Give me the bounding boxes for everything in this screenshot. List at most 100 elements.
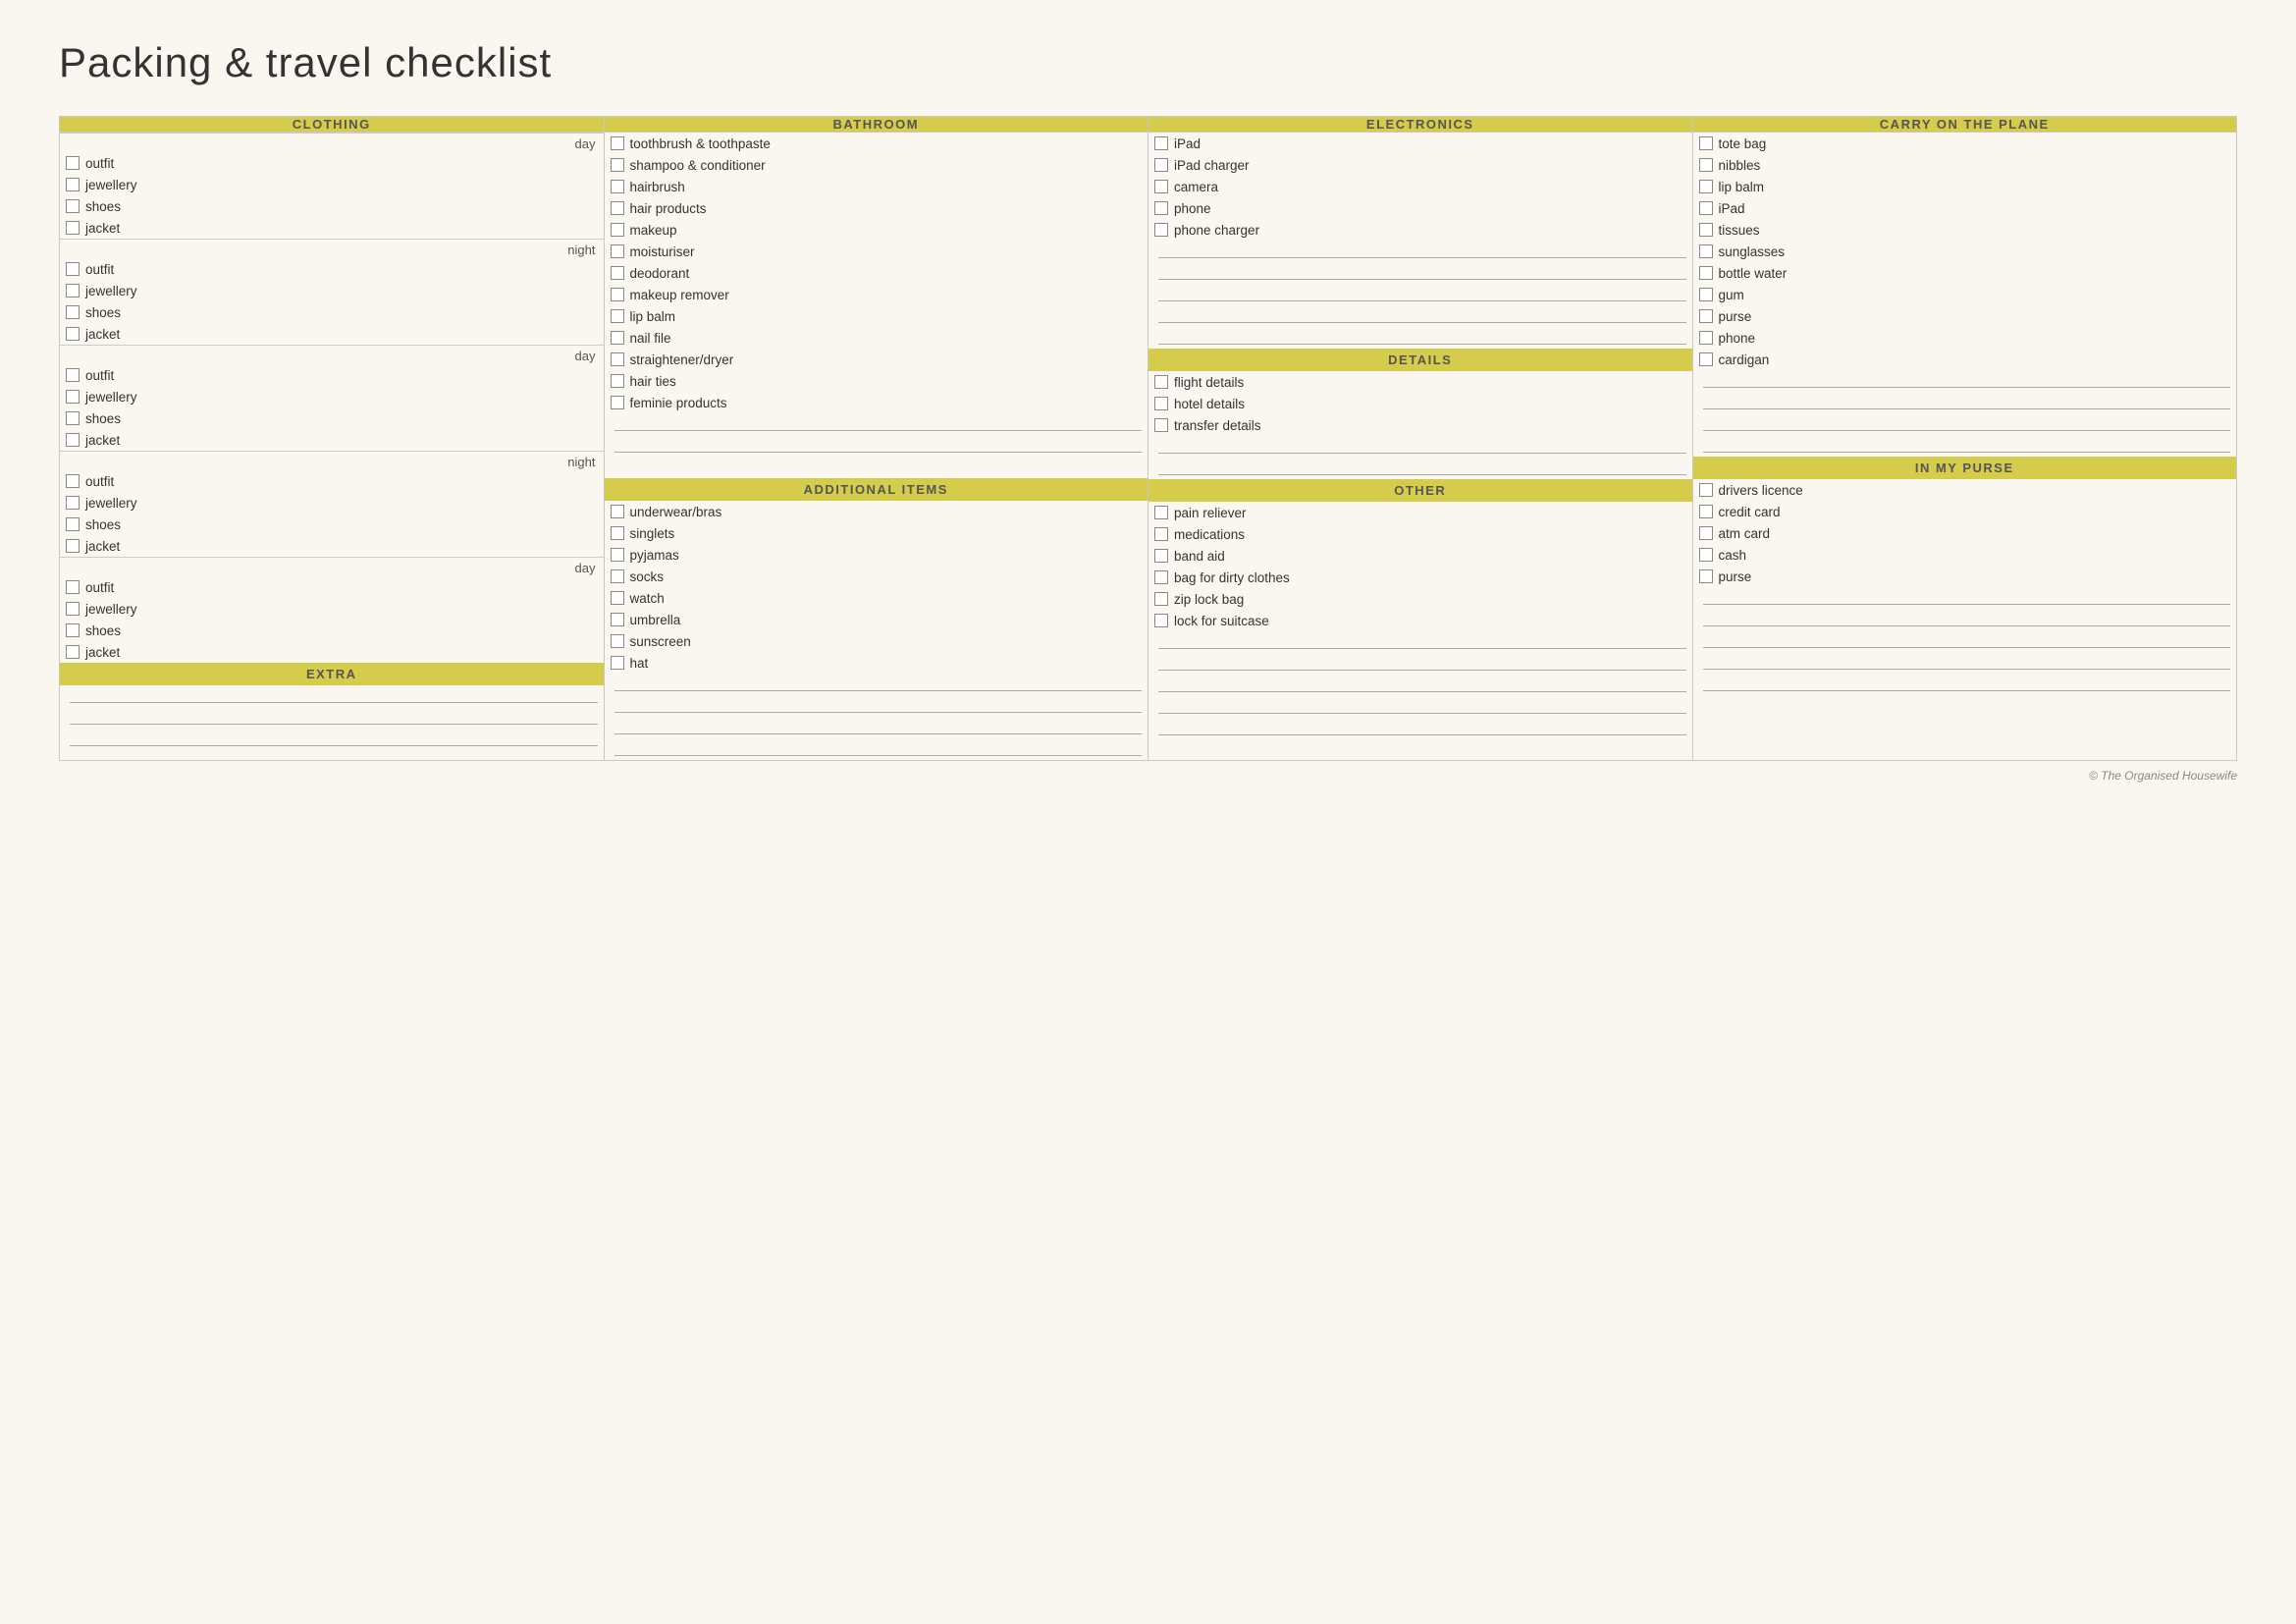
carry-on-column: tote bag nibbles lip balm iPad tissues s… (1692, 133, 2237, 761)
checkbox[interactable] (1154, 397, 1168, 410)
checkbox[interactable] (1154, 506, 1168, 519)
checkbox[interactable] (66, 602, 80, 616)
checkbox[interactable] (1154, 570, 1168, 584)
clothing-column: day outfit jewellery shoes jacket night … (60, 133, 605, 761)
checkbox[interactable] (1699, 288, 1713, 301)
list-item: iPad (1693, 197, 2237, 219)
details-header: DETAILS (1148, 349, 1692, 371)
list-item: atm card (1693, 522, 2237, 544)
blank-row (1693, 392, 2237, 413)
checkbox[interactable] (611, 352, 624, 366)
checkbox[interactable] (66, 390, 80, 404)
checkbox[interactable] (1154, 527, 1168, 541)
checkbox[interactable] (66, 623, 80, 637)
list-item: drivers licence (1693, 479, 2237, 501)
checkbox[interactable] (1154, 180, 1168, 193)
checkbox[interactable] (1154, 549, 1168, 563)
checkbox[interactable] (1699, 526, 1713, 540)
checkbox[interactable] (66, 411, 80, 425)
checkbox[interactable] (611, 613, 624, 626)
blank-row (1693, 652, 2237, 674)
checkbox[interactable] (1699, 331, 1713, 345)
checkbox[interactable] (66, 199, 80, 213)
checkbox[interactable] (66, 474, 80, 488)
blank-row (1148, 653, 1692, 675)
blank-row (1148, 696, 1692, 718)
list-item: gum (1693, 284, 2237, 305)
list-item: makeup (605, 219, 1148, 241)
checkbox[interactable] (1154, 592, 1168, 606)
checkbox[interactable] (66, 433, 80, 447)
checkbox[interactable] (611, 136, 624, 150)
checkbox[interactable] (66, 517, 80, 531)
checkbox[interactable] (1699, 309, 1713, 323)
checkbox[interactable] (66, 262, 80, 276)
blank-row (1148, 675, 1692, 696)
checkbox[interactable] (1699, 505, 1713, 518)
checkbox[interactable] (1699, 180, 1713, 193)
checkbox[interactable] (1699, 548, 1713, 562)
checkbox[interactable] (611, 288, 624, 301)
list-item: makeup remover (605, 284, 1148, 305)
checkbox[interactable] (66, 496, 80, 510)
checkbox[interactable] (1699, 223, 1713, 237)
list-item: lock for suitcase (1148, 610, 1692, 631)
list-item: shoes (60, 620, 604, 641)
checkbox[interactable] (611, 266, 624, 280)
list-item: shampoo & conditioner (605, 154, 1148, 176)
checkbox[interactable] (1154, 223, 1168, 237)
blank-row (605, 413, 1148, 435)
checkbox[interactable] (611, 548, 624, 562)
checkbox[interactable] (1699, 201, 1713, 215)
list-item: bottle water (1693, 262, 2237, 284)
checkbox[interactable] (66, 156, 80, 170)
checkbox[interactable] (1154, 158, 1168, 172)
checkbox[interactable] (611, 656, 624, 670)
checkbox[interactable] (66, 305, 80, 319)
checkbox[interactable] (66, 539, 80, 553)
checkbox[interactable] (1154, 201, 1168, 215)
checkbox[interactable] (1699, 136, 1713, 150)
checkbox[interactable] (66, 221, 80, 235)
checkbox[interactable] (611, 309, 624, 323)
checkbox[interactable] (1699, 569, 1713, 583)
checkbox[interactable] (1699, 244, 1713, 258)
list-item: lip balm (605, 305, 1148, 327)
checkbox[interactable] (611, 634, 624, 648)
checkbox[interactable] (66, 327, 80, 341)
checkbox[interactable] (1154, 375, 1168, 389)
day-label-3: day (60, 557, 604, 576)
checkbox[interactable] (611, 526, 624, 540)
checkbox[interactable] (66, 178, 80, 191)
list-item: moisturiser (605, 241, 1148, 262)
checkbox[interactable] (611, 374, 624, 388)
blank-row (1148, 458, 1692, 479)
list-item: cardigan (1693, 349, 2237, 370)
checkbox[interactable] (1699, 158, 1713, 172)
checkbox[interactable] (1699, 483, 1713, 497)
checkbox[interactable] (66, 368, 80, 382)
checkbox[interactable] (611, 331, 624, 345)
electronics-header: ELECTRONICS (1148, 117, 1693, 133)
checkbox[interactable] (1154, 418, 1168, 432)
checkbox[interactable] (1699, 266, 1713, 280)
checkbox[interactable] (611, 244, 624, 258)
checkbox[interactable] (611, 396, 624, 409)
checkbox[interactable] (611, 505, 624, 518)
blank-row (60, 685, 604, 707)
checkbox[interactable] (1154, 614, 1168, 627)
checkbox[interactable] (611, 569, 624, 583)
checkbox[interactable] (611, 223, 624, 237)
checkbox[interactable] (66, 645, 80, 659)
checkbox[interactable] (611, 591, 624, 605)
list-item: nail file (605, 327, 1148, 349)
checkbox[interactable] (1154, 136, 1168, 150)
checkbox[interactable] (66, 580, 80, 594)
list-item: hair ties (605, 370, 1148, 392)
list-item: lip balm (1693, 176, 2237, 197)
checkbox[interactable] (611, 180, 624, 193)
checkbox[interactable] (66, 284, 80, 298)
checkbox[interactable] (611, 201, 624, 215)
checkbox[interactable] (611, 158, 624, 172)
checkbox[interactable] (1699, 352, 1713, 366)
